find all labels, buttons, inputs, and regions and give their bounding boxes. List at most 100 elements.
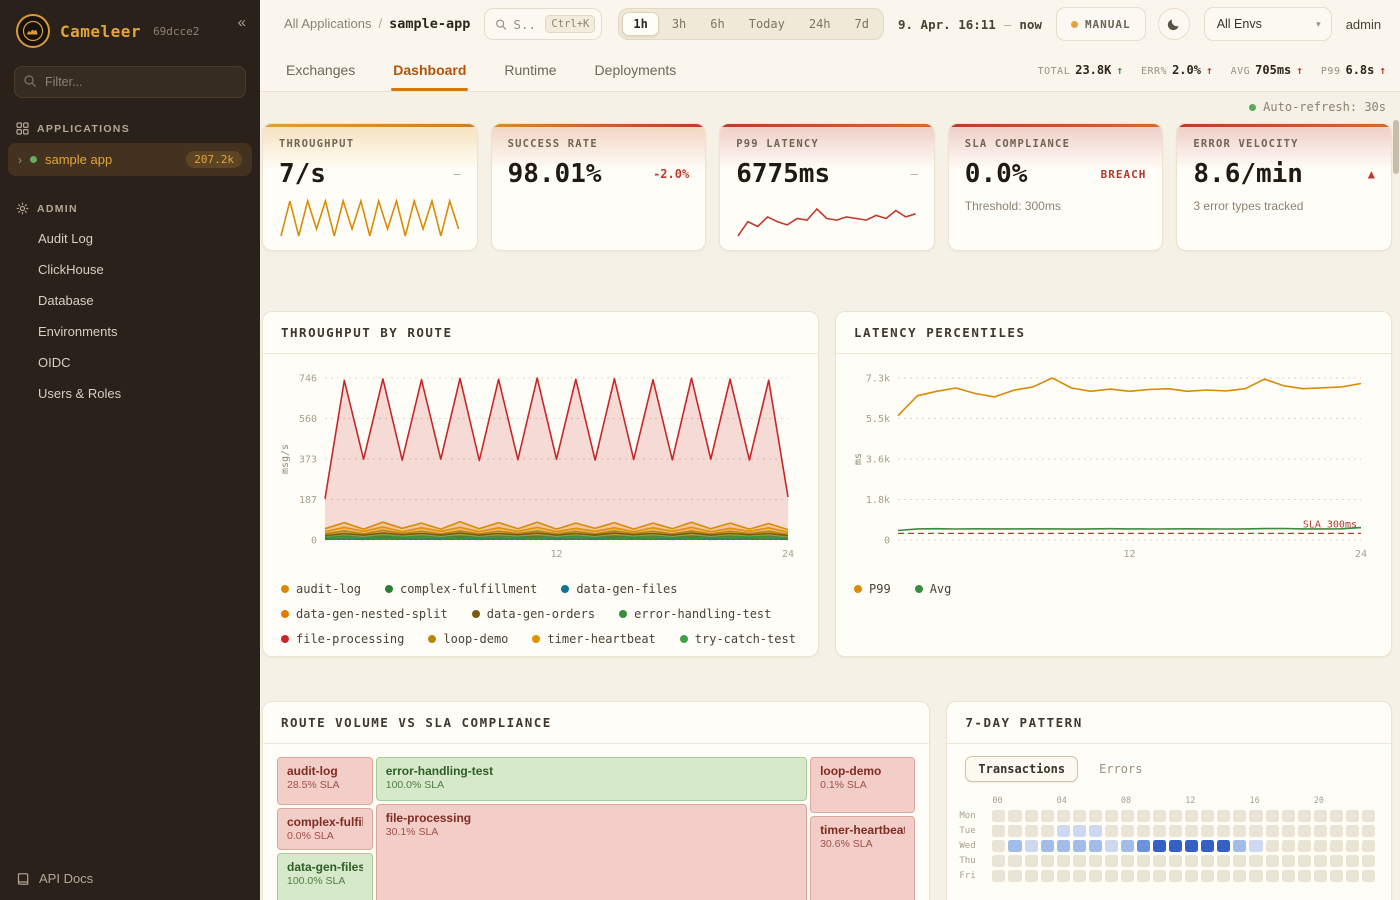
heatmap-cell[interactable] xyxy=(1041,810,1054,822)
heatmap-cell[interactable] xyxy=(1169,810,1182,822)
manual-refresh-button[interactable]: MANUAL xyxy=(1056,7,1146,41)
heatmap-cell[interactable] xyxy=(1073,870,1086,882)
scrollbar-thumb[interactable] xyxy=(1393,120,1399,174)
heatmap-cell[interactable] xyxy=(1298,870,1311,882)
global-search[interactable]: Ctrl+K xyxy=(484,8,602,40)
heatmap-cell[interactable] xyxy=(1330,825,1343,837)
heatmap-cell[interactable] xyxy=(1169,855,1182,867)
heatmap-cell[interactable] xyxy=(1153,840,1166,852)
heatmap-cell[interactable] xyxy=(1169,870,1182,882)
legend-item-complex-fulfillment[interactable]: complex-fulfillment xyxy=(385,582,537,596)
treemap-cell-complex-fulfillment[interactable]: complex-fulfil... 0.0% SLA xyxy=(277,808,373,850)
tab-dashboard[interactable]: Dashboard xyxy=(391,50,468,90)
heatmap-cell[interactable] xyxy=(1121,825,1134,837)
heatmap-cell[interactable] xyxy=(1008,840,1021,852)
heatmap-cell[interactable] xyxy=(1314,840,1327,852)
heatmap-cell[interactable] xyxy=(1121,840,1134,852)
heatmap-cell[interactable] xyxy=(1105,855,1118,867)
heatmap-cell[interactable] xyxy=(992,840,1005,852)
heatmap-cell[interactable] xyxy=(1298,825,1311,837)
heatmap-cell[interactable] xyxy=(1073,840,1086,852)
sidebar-item-environments[interactable]: Environments xyxy=(0,316,260,347)
heatmap-cell[interactable] xyxy=(1249,840,1262,852)
heatmap-cell[interactable] xyxy=(1314,870,1327,882)
heatmap-cell[interactable] xyxy=(1025,855,1038,867)
date-range[interactable]: 9. Apr. 16:11 — now xyxy=(898,17,1042,32)
heatmap-cell[interactable] xyxy=(1041,825,1054,837)
heatmap-cell[interactable] xyxy=(1233,825,1246,837)
heatmap-cell[interactable] xyxy=(1073,855,1086,867)
heatmap-cell[interactable] xyxy=(1201,870,1214,882)
heatmap-cell[interactable] xyxy=(1362,870,1375,882)
legend-item-audit-log[interactable]: audit-log xyxy=(281,582,361,596)
legend-item-avg[interactable]: Avg xyxy=(915,582,952,596)
heatmap-cell[interactable] xyxy=(992,825,1005,837)
heatmap-cell[interactable] xyxy=(1185,855,1198,867)
heatmap-cell[interactable] xyxy=(1025,810,1038,822)
heatmap-cell[interactable] xyxy=(1346,840,1359,852)
scrollbar[interactable] xyxy=(1393,96,1399,896)
legend-item-error-handling-test[interactable]: error-handling-test xyxy=(619,607,771,621)
time-range-today[interactable]: Today xyxy=(738,12,796,36)
heatmap-cell[interactable] xyxy=(1169,825,1182,837)
breadcrumb-root[interactable]: All Applications xyxy=(284,16,371,31)
legend-item-loop-demo[interactable]: loop-demo xyxy=(428,632,508,646)
heatmap-cell[interactable] xyxy=(1217,870,1230,882)
heatmap-cell[interactable] xyxy=(1249,855,1262,867)
heatmap-cell[interactable] xyxy=(1217,840,1230,852)
heatmap-cell[interactable] xyxy=(1105,810,1118,822)
legend-item-data-gen-orders[interactable]: data-gen-orders xyxy=(472,607,595,621)
heatmap-cell[interactable] xyxy=(1201,840,1214,852)
heatmap-cell[interactable] xyxy=(1266,840,1279,852)
heatmap-cell[interactable] xyxy=(1105,825,1118,837)
heatmap-cell[interactable] xyxy=(1362,825,1375,837)
heatmap-cell[interactable] xyxy=(1233,870,1246,882)
heatmap-cell[interactable] xyxy=(1089,825,1102,837)
time-range-1h[interactable]: 1h xyxy=(622,12,658,36)
heatmap-cell[interactable] xyxy=(1057,810,1070,822)
heatmap-cell[interactable] xyxy=(1057,855,1070,867)
heatmap-cell[interactable] xyxy=(1233,810,1246,822)
heatmap-cell[interactable] xyxy=(1362,810,1375,822)
time-range-6h[interactable]: 6h xyxy=(699,12,735,36)
heatmap-cell[interactable] xyxy=(1073,825,1086,837)
sidebar-item-clickhouse[interactable]: ClickHouse xyxy=(0,254,260,285)
treemap-cell-audit-log[interactable]: audit-log 28.5% SLA xyxy=(277,757,373,805)
heatmap-cell[interactable] xyxy=(1346,825,1359,837)
treemap-cell-error-handling-test[interactable]: error-handling-test 100.0% SLA xyxy=(376,757,807,801)
heatmap-cell[interactable] xyxy=(1249,825,1262,837)
sidebar-item-sample-app[interactable]: › sample app 207.2k xyxy=(8,143,252,176)
heatmap-cell[interactable] xyxy=(1346,870,1359,882)
heatmap-cell[interactable] xyxy=(1201,825,1214,837)
legend-item-data-gen-files[interactable]: data-gen-files xyxy=(561,582,677,596)
heatmap-cell[interactable] xyxy=(1137,810,1150,822)
heatmap-cell[interactable] xyxy=(1201,810,1214,822)
legend-item-file-processing[interactable]: file-processing xyxy=(281,632,404,646)
tab-exchanges[interactable]: Exchanges xyxy=(284,50,357,90)
legend-item-data-gen-nested-split[interactable]: data-gen-nested-split xyxy=(281,607,448,621)
heatmap-cell[interactable] xyxy=(1008,810,1021,822)
heatmap-cell[interactable] xyxy=(1314,825,1327,837)
heatmap-cell[interactable] xyxy=(1137,855,1150,867)
heatmap-cell[interactable] xyxy=(1298,840,1311,852)
heatmap-cell[interactable] xyxy=(1153,855,1166,867)
heatmap-cell[interactable] xyxy=(1282,810,1295,822)
heatmap-cell[interactable] xyxy=(1330,855,1343,867)
heatmap-cell[interactable] xyxy=(1185,870,1198,882)
sidebar-item-database[interactable]: Database xyxy=(0,285,260,316)
heatmap-cell[interactable] xyxy=(1266,855,1279,867)
treemap-cell-file-processing[interactable]: file-processing 30.1% SLA xyxy=(376,804,807,900)
heatmap-cell[interactable] xyxy=(992,810,1005,822)
heatmap-cell[interactable] xyxy=(1362,840,1375,852)
heatmap-cell[interactable] xyxy=(1041,870,1054,882)
heatmap-cell[interactable] xyxy=(1057,825,1070,837)
sidebar-item-audit-log[interactable]: Audit Log xyxy=(0,223,260,254)
heatmap-cell[interactable] xyxy=(1185,810,1198,822)
heatmap-cell[interactable] xyxy=(1025,825,1038,837)
heatmap-cell[interactable] xyxy=(1121,810,1134,822)
heatmap-cell[interactable] xyxy=(1298,855,1311,867)
time-range-3h[interactable]: 3h xyxy=(661,12,697,36)
heatmap-cell[interactable] xyxy=(1314,855,1327,867)
search-input[interactable] xyxy=(513,17,539,32)
heatmap-cell[interactable] xyxy=(992,855,1005,867)
